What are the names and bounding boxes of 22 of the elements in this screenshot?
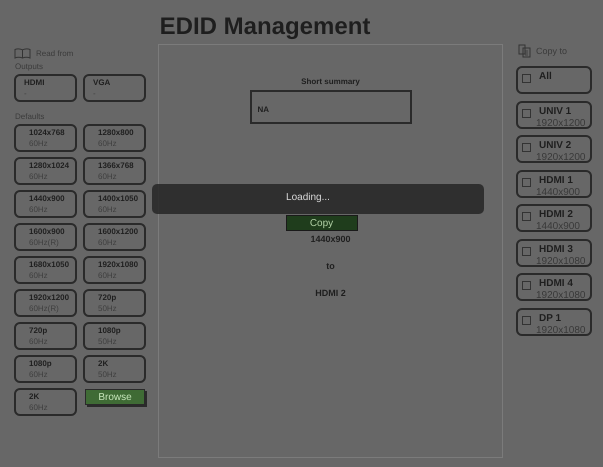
source-button[interactable]: VGA -	[83, 74, 146, 102]
summary-label: Short summary	[301, 77, 360, 86]
checkbox[interactable]	[522, 246, 531, 256]
copy-target[interactable]: All	[516, 66, 592, 94]
summary-box: NA	[250, 90, 412, 124]
checkbox[interactable]	[522, 108, 531, 118]
copy-icon	[518, 44, 531, 58]
browse-button[interactable]: Browse	[85, 389, 145, 405]
checkbox[interactable]	[522, 74, 531, 83]
checkbox[interactable]	[522, 143, 531, 152]
copy-button[interactable]: Copy	[286, 215, 358, 231]
copy-info-text: HDMI 2	[315, 288, 346, 298]
book-icon	[14, 48, 31, 58]
checkbox[interactable]	[522, 178, 531, 186]
copy-info-text: to	[326, 261, 335, 271]
source-button[interactable]: HDMI -	[14, 74, 77, 102]
checkbox[interactable]	[522, 212, 531, 221]
checkbox[interactable]	[522, 281, 531, 290]
copy-info-text: 1440x900	[310, 234, 351, 244]
page-title: EDID Management	[158, 12, 372, 42]
loading-text: Loading...	[286, 192, 330, 203]
checkbox[interactable]	[522, 316, 531, 324]
